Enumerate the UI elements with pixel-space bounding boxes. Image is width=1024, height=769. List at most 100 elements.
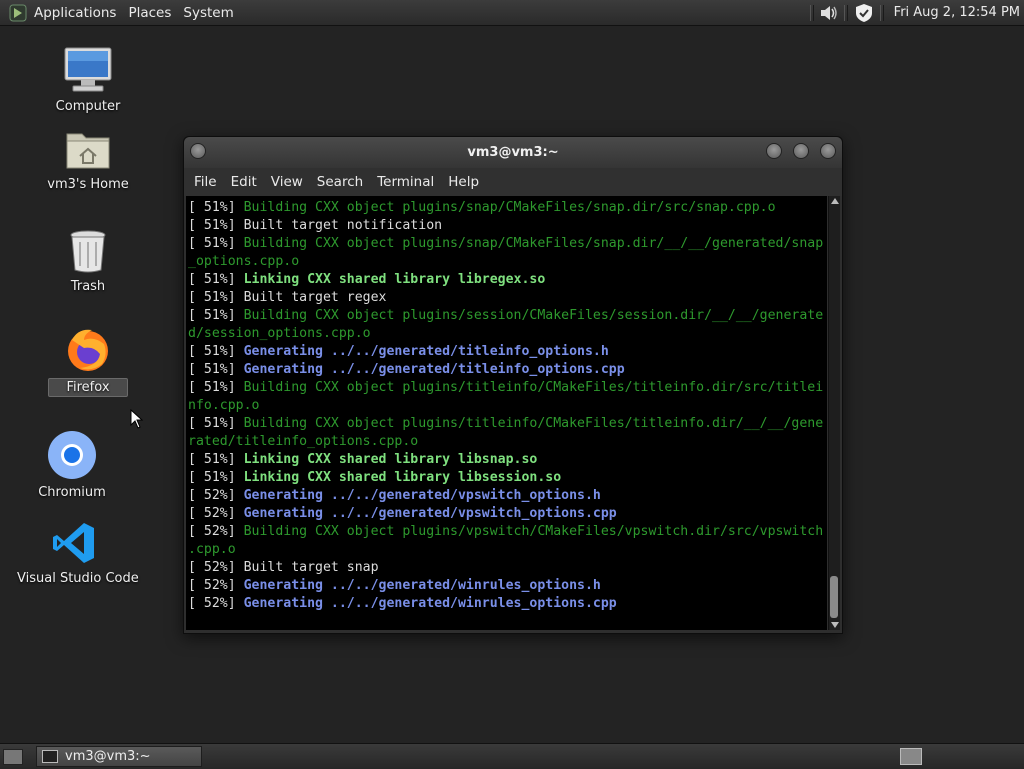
build-percent: [ 51%] [188, 290, 236, 305]
security-shield-icon[interactable] [852, 2, 876, 24]
terminal-line-text: Generating ../../generated/winrules_opti… [235, 596, 617, 611]
terminal-line: [ 52%] Generating ../../generated/vpswit… [188, 487, 827, 505]
system-menu[interactable]: System [179, 5, 241, 21]
workspace-switcher[interactable] [900, 748, 922, 765]
menu-search[interactable]: Search [312, 174, 372, 190]
terminal-line: rated/titleinfo_options.cpp.o [188, 433, 827, 451]
minimize-button[interactable] [766, 143, 782, 159]
build-percent: [ 51%] [188, 200, 236, 215]
mouse-pointer-icon [130, 409, 144, 429]
terminal-line: [ 52%] Building CXX object plugins/vpswi… [188, 523, 827, 541]
terminal-line-text: Linking CXX shared library libregex.so [235, 272, 546, 287]
trash-icon [70, 230, 106, 273]
terminal-scrollbar[interactable] [828, 196, 840, 630]
taskbar-item-terminal[interactable]: vm3@vm3:~ [36, 746, 202, 767]
clock[interactable]: Fri Aug 2, 12:54 PM [888, 5, 1024, 20]
terminal-line: _options.cpp.o [188, 253, 827, 271]
terminal-line-text: Building CXX object plugins/vpswitch/CMa… [235, 524, 824, 539]
terminal-line: [ 52%] Generating ../../generated/winrul… [188, 577, 827, 595]
desktop-icon-computer[interactable]: Computer [48, 46, 128, 115]
terminal-line: [ 51%] Building CXX object plugins/title… [188, 415, 827, 433]
terminal-line: [ 51%] Generating ../../generated/titlei… [188, 361, 827, 379]
close-button[interactable] [820, 143, 836, 159]
build-percent: [ 52%] [188, 506, 236, 521]
terminal-line: [ 51%] Building CXX object plugins/snap/… [188, 199, 827, 217]
places-menu[interactable]: Places [124, 5, 179, 21]
terminal-line-text: Built target snap [235, 560, 379, 575]
panel-tray: Fri Aug 2, 12:54 PM [806, 0, 1024, 25]
applications-menu[interactable]: Applications [30, 5, 124, 21]
desktop-icon-label: Computer [55, 99, 121, 114]
scroll-down-arrow-icon[interactable] [831, 622, 839, 628]
computer-icon [64, 47, 112, 92]
build-percent: [ 51%] [188, 380, 236, 395]
desktop-icon-firefox[interactable]: Firefox [48, 326, 128, 397]
desktop-icon-home[interactable]: vm3's Home [43, 128, 133, 193]
build-percent: [ 52%] [188, 596, 236, 611]
taskbar-item-label: vm3@vm3:~ [65, 749, 151, 764]
terminal-line-text: Generating ../../generated/vpswitch_opti… [235, 488, 601, 503]
applications-menu-icon[interactable] [9, 4, 27, 22]
terminal-line: [ 52%] Generating ../../generated/vpswit… [188, 505, 827, 523]
vscode-icon [53, 523, 94, 563]
terminal-line: [ 51%] Building CXX object plugins/snap/… [188, 235, 827, 253]
terminal-line: [ 51%] Linking CXX shared library libses… [188, 469, 827, 487]
panel-separator [879, 4, 884, 21]
terminal-line: .cpp.o [188, 541, 827, 559]
maximize-button[interactable] [793, 143, 809, 159]
terminal-line: d/session_options.cpp.o [188, 325, 827, 343]
show-desktop-icon[interactable] [3, 749, 23, 765]
build-percent: [ 52%] [188, 524, 236, 539]
desktop-icon-chromium[interactable]: Chromium [32, 430, 112, 501]
scroll-up-arrow-icon[interactable] [831, 198, 839, 204]
terminal-line-text: Building CXX object plugins/titleinfo/CM… [235, 416, 824, 431]
build-percent: [ 51%] [188, 236, 236, 251]
panel-separator [843, 4, 848, 21]
terminal-line: [ 51%] Linking CXX shared library libreg… [188, 271, 827, 289]
menu-view[interactable]: View [266, 174, 312, 190]
terminal-line: [ 51%] Generating ../../generated/titlei… [188, 343, 827, 361]
menu-edit[interactable]: Edit [226, 174, 266, 190]
menu-help[interactable]: Help [443, 174, 488, 190]
terminal-line-text: .cpp.o [188, 542, 236, 557]
terminal-window[interactable]: vm3@vm3:~ File Edit View Search Terminal… [183, 136, 843, 634]
volume-icon[interactable] [818, 3, 840, 23]
build-percent: [ 51%] [188, 470, 236, 485]
terminal-line-text: rated/titleinfo_options.cpp.o [188, 434, 419, 449]
chromium-icon [48, 431, 96, 479]
terminal-line-text: Generating ../../generated/titleinfo_opt… [235, 362, 625, 377]
build-percent: [ 52%] [188, 488, 236, 503]
build-percent: [ 52%] [188, 560, 236, 575]
build-percent: [ 51%] [188, 452, 236, 467]
build-percent: [ 51%] [188, 362, 236, 377]
terminal-line-text: d/session_options.cpp.o [188, 326, 371, 341]
menu-terminal[interactable]: Terminal [372, 174, 443, 190]
bottom-panel: vm3@vm3:~ [0, 743, 1024, 769]
terminal-line-text: Built target regex [235, 290, 387, 305]
desktop-icon-vscode[interactable]: Visual Studio Code [14, 520, 139, 587]
panel-separator [809, 4, 814, 21]
terminal-line-text: Generating ../../generated/titleinfo_opt… [235, 344, 609, 359]
terminal-output[interactable]: [ 51%] Building CXX object plugins/snap/… [186, 196, 827, 630]
build-percent: [ 51%] [188, 218, 236, 233]
terminal-line: [ 52%] Generating ../../generated/winrul… [188, 595, 827, 613]
build-percent: [ 51%] [188, 416, 236, 431]
terminal-line-text: Building CXX object plugins/snap/CMakeFi… [235, 200, 776, 215]
desktop-icon-label: Chromium [38, 485, 106, 500]
terminal-line-text: Linking CXX shared library libsession.so [235, 470, 562, 485]
build-percent: [ 51%] [188, 308, 236, 323]
scrollbar-thumb[interactable] [830, 576, 838, 618]
terminal-line: [ 51%] Built target regex [188, 289, 827, 307]
build-percent: [ 51%] [188, 272, 236, 287]
terminal-line-text: Building CXX object plugins/session/CMak… [235, 308, 824, 323]
terminal-line-text: Generating ../../generated/winrules_opti… [235, 578, 601, 593]
desktop-icon-trash[interactable]: Trash [48, 228, 128, 295]
terminal-icon [42, 750, 58, 763]
desktop-icon-label: vm3's Home [47, 177, 129, 192]
terminal-line: [ 51%] Building CXX object plugins/title… [188, 379, 827, 397]
terminal-line-text: Building CXX object plugins/titleinfo/CM… [235, 380, 824, 395]
menu-file[interactable]: File [189, 174, 226, 190]
window-titlebar[interactable]: vm3@vm3:~ [184, 137, 842, 168]
build-percent: [ 51%] [188, 344, 236, 359]
build-percent: [ 52%] [188, 578, 236, 593]
